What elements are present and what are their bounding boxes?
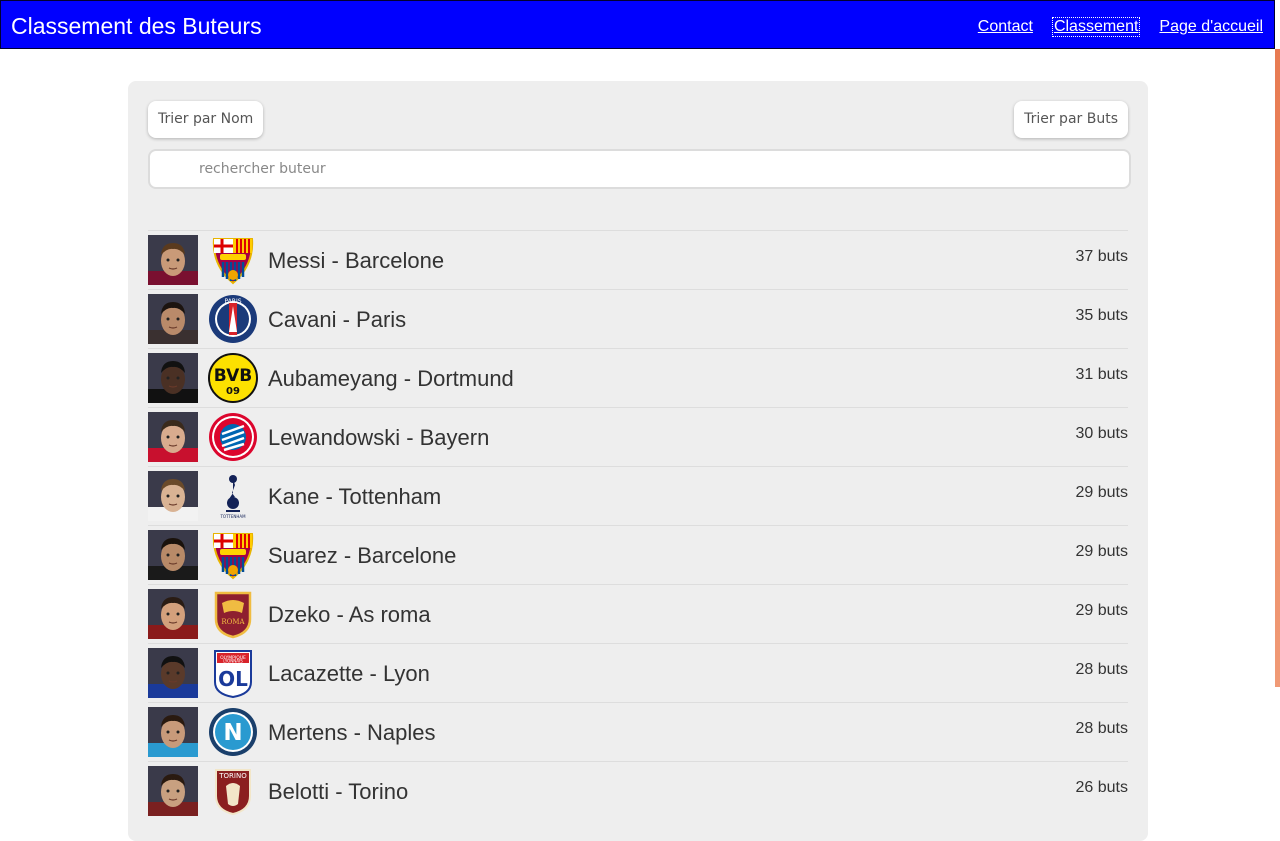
player-photo (148, 412, 198, 462)
scorer-row: ROMA Dzeko - As roma 29 buts (148, 584, 1128, 643)
scorer-row: TOTTENHAM Kane - Tottenham 29 buts (148, 466, 1128, 525)
navbar: Classement des Buteurs Contact Classemen… (0, 0, 1275, 49)
player-photo (148, 766, 198, 816)
player-name: Cavani - Paris (268, 307, 407, 332)
svg-text:N: N (223, 720, 242, 746)
svg-text:09: 09 (226, 386, 240, 397)
svg-text:OL: OL (218, 667, 248, 691)
scorer-row: OLYMPIQUE LYONNAIS OL Lacazette - Lyon 28 bu… (148, 643, 1128, 702)
goal-count: 26 buts (1075, 779, 1128, 796)
scorer-list: Messi - Barcelone 37 buts PARIS Cavani - Pa… (148, 230, 1128, 820)
player-name: Dzeko - As roma (268, 602, 431, 627)
site-title: Classement des Buteurs (11, 13, 262, 39)
nav-link-classement[interactable]: Classement (1051, 17, 1141, 37)
scrollbar[interactable] (1275, 49, 1280, 687)
player-name: Suarez - Barcelone (268, 543, 457, 568)
player-photo (148, 648, 198, 698)
sort-by-goals-button[interactable]: Trier par Buts (1014, 101, 1128, 138)
barcelona-crest-icon (208, 530, 258, 580)
roma-crest-icon: ROMA (208, 589, 258, 639)
player-name: Mertens - Naples (268, 720, 436, 745)
goal-count: 35 buts (1075, 307, 1128, 324)
scorer-row: BVB 09 Aubameyang - Dortmund 31 buts (148, 348, 1128, 407)
bayern-crest-icon (208, 412, 258, 462)
svg-text:TORINO: TORINO (218, 772, 247, 780)
psg-crest-icon: PARIS (208, 294, 258, 344)
player-photo (148, 707, 198, 757)
barcelona-crest-icon (208, 235, 258, 285)
goal-count: 28 buts (1075, 661, 1128, 678)
goal-count: 29 buts (1075, 543, 1128, 560)
player-name: Belotti - Torino (268, 779, 409, 804)
goal-count: 28 buts (1075, 720, 1128, 737)
ranking-panel: Trier par Nom Trier par Buts Messi - Bar… (128, 81, 1148, 841)
nav-link-contact[interactable]: Contact (977, 18, 1034, 36)
goal-count: 37 buts (1075, 248, 1128, 265)
svg-text:LYONNAIS: LYONNAIS (223, 659, 243, 664)
search-input[interactable] (148, 149, 1131, 189)
svg-text:BVB: BVB (214, 366, 252, 386)
torino-crest-icon: TORINO (208, 766, 258, 816)
lyon-crest-icon: OLYMPIQUE LYONNAIS OL (208, 648, 258, 699)
nav-links: Contact Classement Page d'accueil (977, 17, 1264, 37)
svg-text:ROMA: ROMA (221, 618, 245, 626)
svg-text:TOTTENHAM: TOTTENHAM (219, 514, 246, 519)
svg-text:PARIS: PARIS (224, 298, 241, 305)
goal-count: 29 buts (1075, 484, 1128, 501)
player-photo (148, 589, 198, 639)
scorer-row: TORINO Belotti - Torino 26 buts (148, 761, 1128, 820)
scorer-row: N Mertens - Naples 28 buts (148, 702, 1128, 761)
napoli-crest-icon: N (208, 707, 258, 757)
player-photo (148, 530, 198, 580)
player-name: Messi - Barcelone (268, 248, 445, 273)
goal-count: 31 buts (1075, 366, 1128, 383)
tottenham-crest-icon: TOTTENHAM (208, 471, 258, 521)
player-photo (148, 294, 198, 344)
dortmund-crest-icon: BVB 09 (208, 353, 258, 403)
sort-by-name-button[interactable]: Trier par Nom (148, 101, 264, 138)
nav-link-accueil[interactable]: Page d'accueil (1158, 18, 1264, 36)
goal-count: 29 buts (1075, 602, 1128, 619)
player-name: Kane - Tottenham (268, 484, 442, 509)
player-photo (148, 235, 198, 285)
goal-count: 30 buts (1075, 425, 1128, 442)
player-name: Lacazette - Lyon (268, 661, 430, 686)
player-name: Aubameyang - Dortmund (268, 366, 514, 391)
scorer-row: Suarez - Barcelone 29 buts (148, 525, 1128, 584)
player-name: Lewandowski - Bayern (268, 425, 490, 450)
scorer-row: PARIS Cavani - Paris 35 buts (148, 289, 1128, 348)
player-photo (148, 353, 198, 403)
player-photo (148, 471, 198, 521)
scorer-row: Lewandowski - Bayern 30 buts (148, 407, 1128, 466)
scorer-row: Messi - Barcelone 37 buts (148, 230, 1128, 289)
